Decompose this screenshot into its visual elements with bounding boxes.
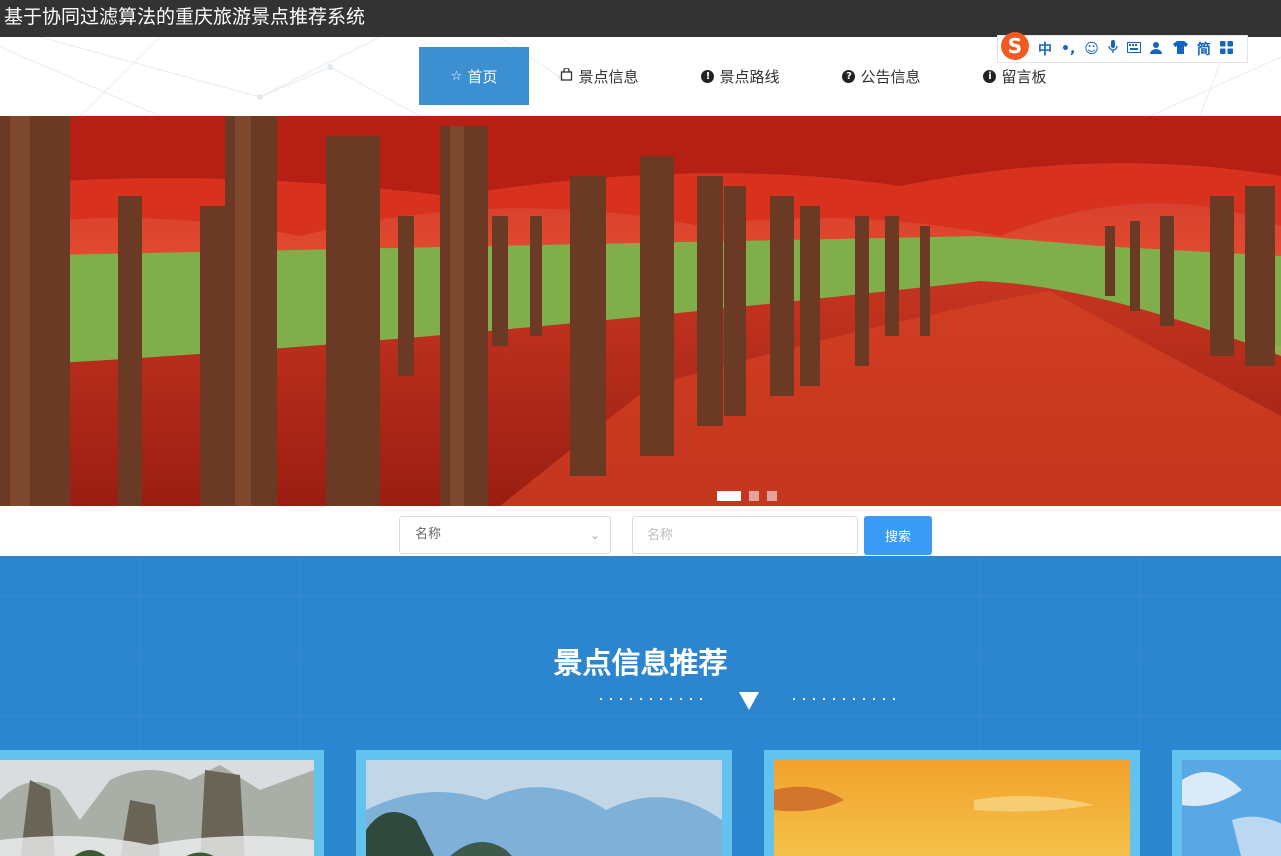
exclamation-circle-icon: ! bbox=[701, 69, 715, 83]
punctuation-icon[interactable]: •, bbox=[1061, 41, 1075, 57]
carousel-dot-2[interactable] bbox=[749, 491, 759, 501]
skin-icon[interactable] bbox=[1172, 40, 1188, 58]
bag-icon bbox=[560, 66, 573, 85]
section-title: 景点信息推荐 bbox=[553, 646, 728, 680]
recommend-card[interactable] bbox=[356, 750, 732, 856]
star-outline-icon: ☆ bbox=[450, 68, 463, 84]
nav-label: 公告信息 bbox=[860, 67, 921, 86]
select-value: 名称 bbox=[415, 527, 442, 542]
banner-image-red-maple-avenue bbox=[0, 116, 1281, 506]
chevron-down-icon: ⌄ bbox=[589, 528, 600, 542]
nav-label: 留言板 bbox=[1001, 67, 1047, 86]
ime-toolbar: S 中 •, ☺ 简 bbox=[997, 32, 1248, 63]
nav-announcements[interactable]: ? 公告信息 bbox=[811, 47, 952, 105]
carousel-indicators bbox=[717, 491, 777, 501]
emoji-icon[interactable]: ☺ bbox=[1084, 41, 1099, 57]
nav-attractions[interactable]: 景点信息 bbox=[529, 47, 670, 105]
search-input[interactable] bbox=[632, 516, 858, 554]
recommend-card[interactable] bbox=[0, 750, 324, 856]
main-nav: ☆ 首页 景点信息 ! 景点路线 ? 公告信息 i 留言板 bbox=[419, 47, 1078, 105]
search-button[interactable]: 搜索 bbox=[864, 516, 932, 555]
recommend-section: 景点信息推荐 bbox=[0, 556, 1281, 856]
keyboard-icon[interactable] bbox=[1126, 41, 1141, 57]
microphone-icon[interactable] bbox=[1108, 40, 1118, 58]
nav-routes[interactable]: ! 景点路线 bbox=[670, 47, 811, 105]
recommend-card[interactable] bbox=[764, 750, 1140, 856]
recommend-card[interactable] bbox=[1172, 750, 1281, 856]
account-icon[interactable] bbox=[1149, 41, 1164, 58]
chinese-mode-icon[interactable]: 中 bbox=[1038, 39, 1052, 59]
title-divider-arrow-icon bbox=[599, 692, 896, 710]
info-circle-icon: i bbox=[983, 69, 997, 83]
card-image-sunset bbox=[774, 760, 1130, 856]
nav-label: 景点信息 bbox=[578, 67, 639, 86]
carousel-dot-1[interactable] bbox=[717, 491, 741, 501]
window-title: 基于协同过滤算法的重庆旅游景点推荐系统 bbox=[0, 0, 1281, 37]
banner-carousel[interactable] bbox=[0, 116, 1281, 506]
card-image-karst-peaks bbox=[0, 760, 314, 856]
card-image-karst-mountain bbox=[366, 760, 722, 856]
carousel-dot-3[interactable] bbox=[767, 491, 777, 501]
question-circle-icon: ? bbox=[842, 69, 856, 83]
search-bar: 名称 ⌄ 搜索 bbox=[0, 506, 1281, 556]
sogou-logo-icon[interactable]: S bbox=[1001, 32, 1029, 60]
nav-label: 景点路线 bbox=[719, 67, 780, 86]
nav-label: 首页 bbox=[467, 67, 498, 86]
toolbox-icon[interactable] bbox=[1219, 40, 1233, 58]
search-field-select[interactable]: 名称 ⌄ bbox=[399, 516, 611, 554]
nav-home[interactable]: ☆ 首页 bbox=[419, 47, 529, 105]
card-image-blue-sky bbox=[1182, 760, 1281, 856]
simplified-icon[interactable]: 简 bbox=[1197, 39, 1211, 59]
